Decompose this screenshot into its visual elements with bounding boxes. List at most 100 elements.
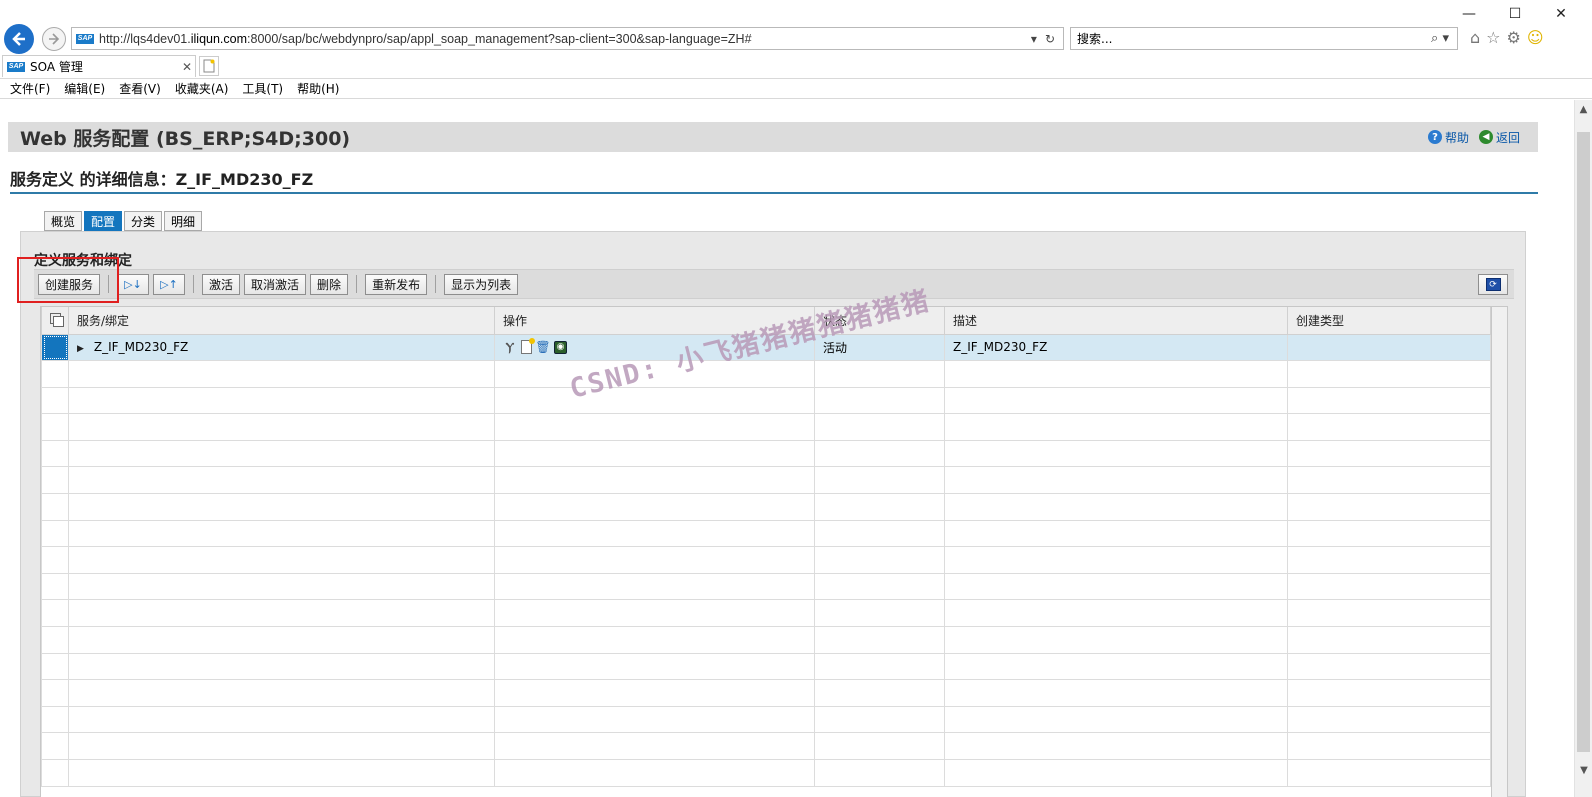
scroll-thumb[interactable] [1577,132,1590,752]
menu-view[interactable]: 查看(V) [119,80,161,97]
refresh-icon[interactable]: ↻ [1045,32,1055,46]
expand-row-icon[interactable]: ▶ [77,344,84,354]
row-selector[interactable] [41,705,69,734]
tab-configuration[interactable]: 配置 [84,211,123,231]
search-input[interactable]: 搜索... [1077,30,1431,47]
menu-favorites[interactable]: 收藏夹(A) [175,80,229,97]
new-tab-button[interactable] [199,56,219,76]
back-link[interactable]: ◀ 返回 [1478,129,1520,146]
row-selector[interactable] [41,333,69,362]
empty-cell [814,652,945,681]
row-selector[interactable] [41,360,69,388]
deactivate-button[interactable]: 取消激活 [244,273,307,295]
table-row-empty[interactable] [41,360,1491,388]
favorites-star-icon[interactable]: ☆ [1486,28,1500,47]
expand-all-button[interactable]: ▷↓ [117,273,150,295]
url-text[interactable]: http://lqs4dev01.iliqun.com:8000/sap/bc/… [99,32,1031,46]
page-scrollbar[interactable]: ▲ ▼ [1574,100,1592,797]
row-selector[interactable] [41,466,69,495]
menu-file[interactable]: 文件(F) [10,80,50,97]
row-selector[interactable] [41,413,69,441]
row-selector[interactable] [41,679,69,707]
table-row-empty[interactable] [41,732,1491,760]
table-row-empty[interactable] [41,572,1491,601]
republish-button[interactable]: 重新发布 [365,273,428,295]
table-row-empty[interactable] [41,386,1491,415]
refresh-button[interactable]: ⟳ [1478,274,1508,295]
scroll-up-icon[interactable]: ▲ [1575,100,1592,118]
table-row-empty[interactable] [41,759,1491,787]
row-selector[interactable] [41,546,69,574]
home-icon[interactable]: ⌂ [1470,28,1480,47]
forward-button[interactable] [42,27,66,51]
help-link[interactable]: ? 帮助 [1427,129,1469,146]
table-row-empty[interactable] [41,626,1491,654]
trash-icon[interactable]: 🗑 [535,339,550,355]
new-document-icon[interactable] [521,338,535,355]
menu-tools[interactable]: 工具(T) [242,80,283,97]
table-row-empty[interactable] [41,519,1491,548]
row-selector[interactable] [41,652,69,681]
back-button[interactable] [4,24,34,54]
collapse-all-button[interactable]: ▷↑ [153,273,186,295]
row-selector[interactable] [41,626,69,654]
activate-button[interactable]: 激活 [202,273,241,295]
close-icon[interactable]: ✕ [1538,2,1584,26]
empty-cell [68,652,495,681]
close-tab-icon[interactable]: ✕ [179,60,195,74]
settings-gear-icon[interactable]: ⚙ [1507,28,1521,47]
table-row-empty[interactable] [41,493,1491,521]
create-service-button[interactable]: 创建服务 [38,273,101,295]
column-header-service[interactable]: 服务/绑定 [68,307,495,335]
empty-cell [494,652,815,681]
row-selector[interactable] [41,732,69,760]
column-header-creation-type[interactable]: 创建类型 [1287,307,1491,335]
service-name-cell[interactable]: ▶ Z_IF_MD230_FZ [68,333,495,362]
menu-edit[interactable]: 编辑(E) [64,80,105,97]
row-selector[interactable] [41,519,69,548]
row-selector[interactable] [41,599,69,628]
row-selector[interactable] [41,493,69,521]
table-row[interactable]: ▶ Z_IF_MD230_FZ Ⲩ 🗑 ◉ 活动 Z_IF_MD230_FZ [41,333,1491,362]
select-all-cell[interactable] [41,307,69,335]
column-header-description[interactable]: 描述 [944,307,1288,335]
delete-button[interactable]: 删除 [310,273,349,295]
empty-cell [494,679,815,707]
view-icon[interactable]: ◉ [554,340,567,354]
show-as-list-button[interactable]: 显示为列表 [444,273,519,295]
column-header-operations[interactable]: 操作 [494,307,815,335]
empty-cell [814,413,945,441]
table-row-empty[interactable] [41,679,1491,707]
table-row-empty[interactable] [41,413,1491,441]
table-row-empty[interactable] [41,466,1491,495]
table-row-empty[interactable] [41,652,1491,681]
maximize-icon[interactable]: ☐ [1492,2,1538,26]
menu-help[interactable]: 帮助(H) [297,80,339,97]
row-selector[interactable] [41,759,69,787]
address-bar[interactable]: SAP http://lqs4dev01.iliqun.com:8000/sap… [71,27,1064,50]
table-scrollbar[interactable] [1492,306,1508,797]
row-selector[interactable] [41,386,69,415]
row-selector[interactable] [41,572,69,601]
empty-cell [944,546,1288,574]
binding-icon[interactable]: Ⲩ [503,339,517,355]
back-label: 返回 [1495,130,1520,145]
table-row-empty[interactable] [41,599,1491,628]
feedback-smiley-icon[interactable]: ☺ [1527,28,1544,47]
row-selector[interactable] [41,439,69,468]
browser-nav-row: SAP http://lqs4dev01.iliqun.com:8000/sap… [0,24,1592,54]
column-header-status[interactable]: 状态 [814,307,945,335]
search-box[interactable]: 搜索... ⌕ ▾ [1070,27,1458,50]
dropdown-icon[interactable]: ▾ [1031,32,1037,46]
scroll-down-icon[interactable]: ▼ [1575,761,1592,779]
search-icon[interactable]: ⌕ ▾ [1431,31,1457,46]
browser-tab[interactable]: SAP SOA 管理 ✕ [2,55,196,77]
tab-overview[interactable]: 概览 [44,211,83,231]
refresh-icon: ⟳ [1485,278,1501,291]
table-row-empty[interactable] [41,546,1491,574]
tab-classification[interactable]: 分类 [124,211,163,231]
minimize-icon[interactable]: — [1446,2,1492,26]
tab-details[interactable]: 明细 [164,211,203,231]
table-row-empty[interactable] [41,705,1491,734]
table-row-empty[interactable] [41,439,1491,468]
